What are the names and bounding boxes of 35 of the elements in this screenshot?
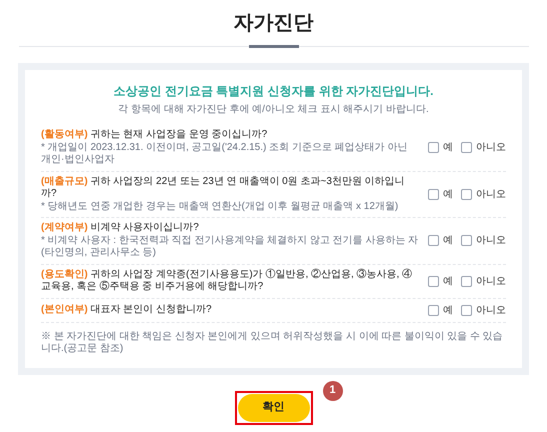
confirm-button[interactable]: 확인 xyxy=(238,394,310,422)
option-label: 예 xyxy=(443,141,453,156)
option-label: 예 xyxy=(443,304,453,318)
subheading: 각 항목에 대해 자가진단 후에 예/아니오 체크 표시 해주시기 바랍니다. xyxy=(117,103,430,117)
checkbox[interactable] xyxy=(461,142,472,154)
option-label: 아니오 xyxy=(476,274,506,288)
question-note: * 당해년도 연중 개업한 경우는 매출액 연환산(개업 이후 월평균 매출액 x 12개월) xyxy=(41,200,400,213)
checkbox[interactable] xyxy=(461,188,472,200)
page-title: 자가진단 xyxy=(234,11,314,36)
annotation-badge: 1 xyxy=(322,380,342,400)
question-text: (용도확인) 귀하의 사업장 계약종(전기사용용도)가 ①일반용, ②산업용, ③농사용, ④교육용, 혹은 ⑤주택용 중 비주거용에 해당합니까? xyxy=(41,268,414,294)
option-label: 아니오 xyxy=(476,304,506,318)
checkbox[interactable] xyxy=(461,276,472,286)
option-label: 예 xyxy=(443,274,453,288)
checkbox[interactable] xyxy=(428,235,439,246)
checkbox[interactable] xyxy=(461,235,472,246)
option-label: 아니오 xyxy=(476,188,506,202)
question-text: (활동여부) 귀하는 현재 사업장을 운영 중이십니까? xyxy=(41,129,268,142)
question-text: (계약여부) 비계약 사용자이십니까? xyxy=(41,222,200,234)
checkbox[interactable] xyxy=(428,142,439,154)
option-label: 아니오 xyxy=(476,234,506,248)
question-note: * 개업일이 2023.12.31. 이전이며, 공고일('24.2.15.) 조회 기준으로 폐업상태가 아닌 개인·법인사업자 xyxy=(41,142,408,166)
checkbox[interactable] xyxy=(428,304,439,316)
question-text: (본인여부) 대표자 본인이 신청합니까? xyxy=(41,304,213,316)
option-label: 예 xyxy=(443,234,453,248)
disclaimer: ※ 본 자가진단에 대한 책임은 신청자 본인에게 있으며 허위작성했을 시 이에 따른 불이익이 있을 수 있습니다.(공고문 참조) xyxy=(41,330,504,356)
option-label: 예 xyxy=(443,188,453,202)
title-underline xyxy=(248,45,298,48)
question-note: * 비계약 사용자 : 한국전력과 직접 전기사용계약을 체결하지 않고 전기를 사용하는 자(타인명의, 관리사무소 등) xyxy=(41,234,420,260)
checkbox[interactable] xyxy=(428,188,439,200)
checkbox[interactable] xyxy=(428,276,439,286)
heading: 소상공인 전기요금 특별지원 신청자를 위한 자가진단입니다. xyxy=(112,83,434,100)
option-label: 아니오 xyxy=(476,141,506,156)
checkbox[interactable] xyxy=(461,304,472,316)
question-text: (매출규모) 귀하 사업장의 22년 또는 23년 연 매출액이 0원 초과~3천만원 이하입니까? xyxy=(41,176,406,200)
